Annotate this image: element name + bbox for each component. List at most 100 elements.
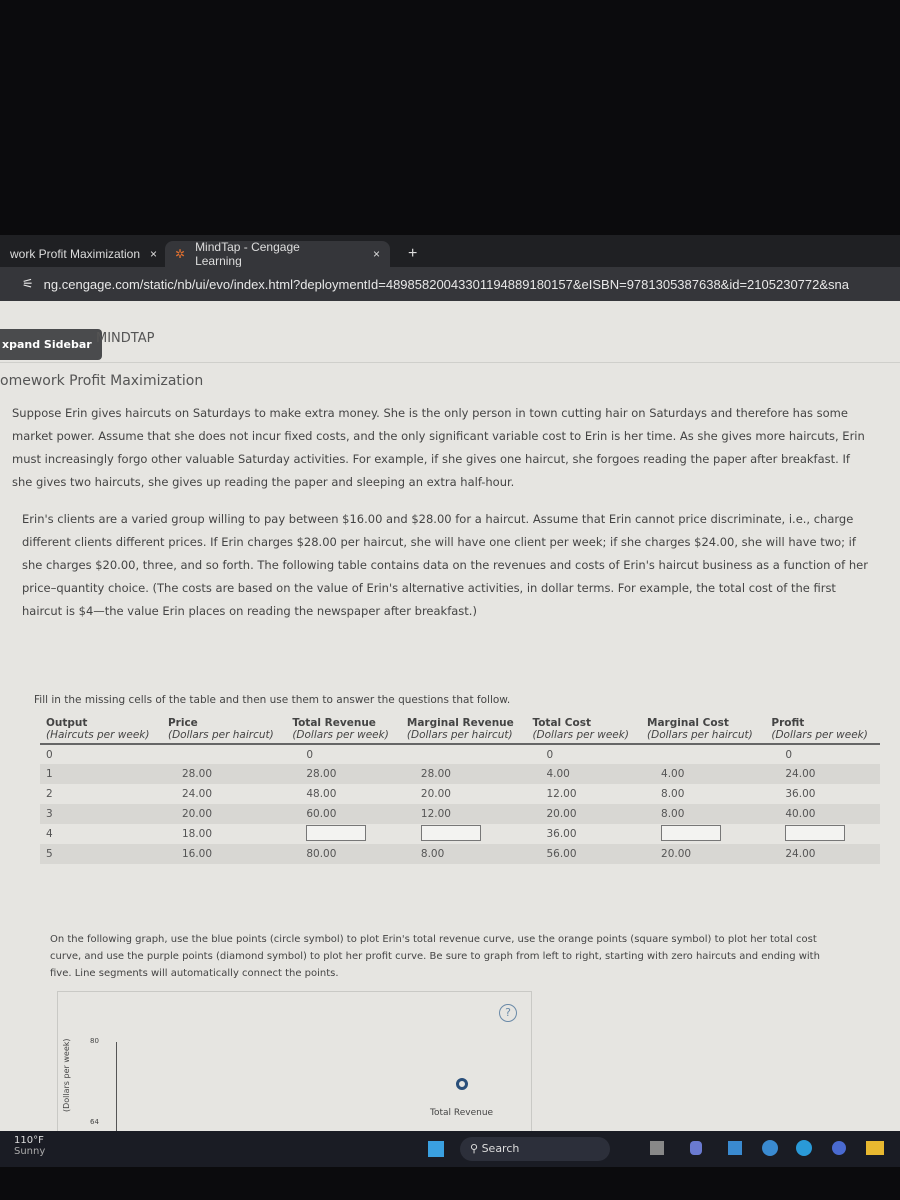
windows-start-icon[interactable] xyxy=(428,1141,444,1157)
table-cell: 12.00 xyxy=(546,788,577,800)
column-header: Total Revenue (Dollars per week) xyxy=(286,715,401,745)
table-cell: 80.00 xyxy=(286,844,401,864)
y-tick-label: 80 xyxy=(90,1037,99,1045)
answer-input[interactable] xyxy=(306,824,367,841)
table-cell: 0 xyxy=(306,748,314,761)
new-tab-button[interactable]: + xyxy=(398,241,427,267)
table-cell xyxy=(286,824,401,844)
table-cell: 24.00 xyxy=(765,764,880,784)
table-cell: 5 xyxy=(40,844,162,864)
column-title: Total Cost xyxy=(532,717,591,729)
column-title: Output xyxy=(46,717,88,729)
table-cell: 28.00 xyxy=(286,764,401,784)
instruction-text: Fill in the missing cells of the table a… xyxy=(34,694,511,706)
table-cell: 8.00 xyxy=(400,844,527,864)
taskbar-search[interactable]: ⚲ Search xyxy=(460,1137,610,1161)
app-icon[interactable] xyxy=(728,1141,742,1155)
column-title: Marginal Revenue xyxy=(406,717,514,729)
column-header: Marginal Cost (Dollars per haircut) xyxy=(641,715,766,745)
table-cell: 28.00 xyxy=(400,764,527,784)
table-cell: 20.00 xyxy=(641,844,766,864)
table-cell: 40.00 xyxy=(765,804,880,824)
help-icon[interactable]: ? xyxy=(499,1004,517,1022)
table-cell: 4 xyxy=(46,828,53,840)
intro-paragraph-2: Erin's clients are a varied group willin… xyxy=(22,512,868,618)
column-unit: (Dollars per week) xyxy=(771,729,868,741)
table-row: 5 16.00 80.00 8.00 56.00 20.00 24.00 xyxy=(40,844,880,864)
table-cell: 56.00 xyxy=(526,844,642,864)
tab-bar: work Profit Maximization × ✲ MindTap - Cen… xyxy=(0,235,900,268)
table-cell: 24.00 xyxy=(181,788,213,800)
column-unit: (Dollars per haircut) xyxy=(167,729,274,741)
table-cell: 20.00 xyxy=(420,788,451,800)
tab-profit-maximization[interactable]: work Profit Maximization × xyxy=(0,241,167,267)
column-title: Price xyxy=(167,717,198,729)
table-cell: 4.00 xyxy=(526,764,642,784)
weather-widget[interactable]: 110°F Sunny xyxy=(14,1135,45,1157)
expand-sidebar-button[interactable]: xpand Sidebar xyxy=(0,329,102,360)
column-header: Price (Dollars per haircut) xyxy=(161,715,287,745)
copilot-icon[interactable] xyxy=(832,1141,846,1155)
column-title: Total Revenue xyxy=(292,717,376,729)
graph-panel: ? (Dollars per week) 80 64 Total Revenue xyxy=(57,991,532,1142)
table-cell: 20.00 xyxy=(161,804,287,824)
column-header: Output (Haircuts per week) xyxy=(40,715,162,745)
y-axis xyxy=(116,1042,117,1142)
table-cell xyxy=(641,824,765,844)
table-cell: 20.00 xyxy=(526,804,642,824)
meet-icon[interactable] xyxy=(690,1141,702,1155)
table-cell xyxy=(401,824,527,844)
y-tick-label: 64 xyxy=(90,1118,99,1126)
tab-mindtap[interactable]: ✲ MindTap - Cengage Learning × xyxy=(165,240,390,268)
search-icon: ⚲ xyxy=(470,1142,482,1155)
page-content: xpand Sidebar MINDTAP omework Profit Max… xyxy=(0,301,900,1142)
table-cell: 16.00 xyxy=(161,844,287,864)
mindtap-logo-icon: ✲ xyxy=(175,247,186,261)
table-cell: 36.00 xyxy=(546,828,577,840)
column-unit: (Dollars per week) xyxy=(532,729,629,741)
y-axis-label: (Dollars per week) xyxy=(62,1038,71,1113)
column-unit: (Haircuts per week) xyxy=(46,729,150,741)
column-unit: (Dollars per haircut) xyxy=(406,729,513,741)
edge-icon[interactable] xyxy=(796,1140,812,1156)
column-title: Marginal Cost xyxy=(647,717,729,729)
table-cell: 0 xyxy=(46,748,53,761)
table-row: 4 18.00 36.00 xyxy=(40,824,880,844)
site-settings-icon[interactable]: ⚟ xyxy=(22,276,34,292)
table-cell: 8.00 xyxy=(641,804,766,824)
table-cell: 1 xyxy=(40,764,162,784)
close-tab-icon[interactable]: × xyxy=(150,247,157,261)
table-cell: 28.00 xyxy=(161,764,287,784)
column-unit: (Dollars per week) xyxy=(292,729,389,741)
data-table: Output (Haircuts per week) Price (Dollars p… xyxy=(40,715,880,864)
table-row: 0 0 0 0 xyxy=(40,744,880,764)
total-revenue-tool-icon[interactable] xyxy=(456,1078,468,1090)
table-cell: 2 xyxy=(46,788,53,800)
table-row: 3 20.00 60.00 12.00 20.00 8.00 40.00 xyxy=(40,804,880,824)
page-title: omework Profit Maximization xyxy=(0,373,204,389)
table-cell xyxy=(401,744,527,764)
task-view-icon[interactable] xyxy=(650,1141,664,1155)
help-app-icon[interactable] xyxy=(762,1140,778,1156)
table-cell: 0 xyxy=(785,748,793,761)
address-bar[interactable]: ⚟ ng.cengage.com/static/nb/ui/evo/index.h… xyxy=(0,267,900,301)
table-cell: 48.00 xyxy=(306,788,337,800)
column-title: Profit xyxy=(771,717,805,729)
answer-input[interactable] xyxy=(420,824,481,841)
table-cell: 60.00 xyxy=(286,804,401,824)
table-cell xyxy=(162,744,286,764)
mindtap-header: xpand Sidebar MINDTAP xyxy=(0,301,900,363)
column-header: Total Cost (Dollars per week) xyxy=(526,715,642,745)
answer-input[interactable] xyxy=(661,824,722,841)
answer-input[interactable] xyxy=(785,824,846,841)
file-explorer-icon[interactable] xyxy=(866,1141,884,1155)
intro-paragraph-1: Suppose Erin gives haircuts on Saturdays… xyxy=(12,406,865,489)
graph-instructions: On the following graph, use the blue poi… xyxy=(50,934,820,979)
table-row: 1 28.00 28.00 28.00 4.00 4.00 24.00 xyxy=(40,764,880,784)
brand-logo: MINDTAP xyxy=(96,331,155,346)
taskbar: 110°F Sunny ⚲ Search xyxy=(0,1131,900,1167)
table-row: 2 24.00 48.00 20.00 12.00 8.00 36.00 xyxy=(40,784,880,804)
table-cell: 36.00 xyxy=(785,788,816,800)
close-tab-icon[interactable]: × xyxy=(373,247,380,261)
column-header: Marginal Revenue (Dollars per haircut) xyxy=(400,715,527,745)
